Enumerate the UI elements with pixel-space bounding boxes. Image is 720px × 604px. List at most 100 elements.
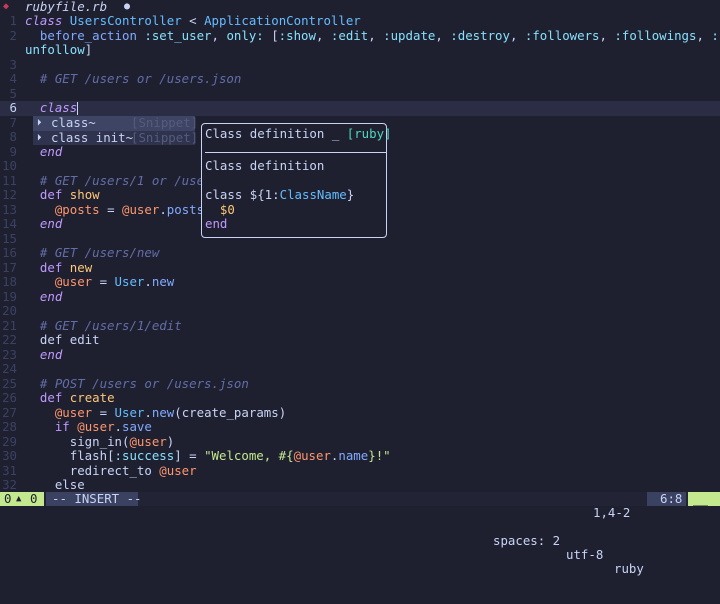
line-number: 21 — [2, 317, 17, 333]
doc-snippet-line-2: $0 — [205, 201, 235, 217]
code-line[interactable]: 6 class — [0, 100, 720, 116]
doc-separator — [205, 152, 386, 153]
code-line[interactable]: 18 @user = User.new — [0, 274, 720, 290]
warning-count: 0 — [30, 491, 38, 506]
line-number: 19 — [2, 288, 17, 304]
editor-buffer[interactable]: 1 class UsersController < ApplicationCont… — [0, 14, 720, 492]
line-number: 1 — [9, 14, 17, 28]
code-line[interactable]: 19 end — [0, 288, 720, 305]
line-code: redirect_to @user — [69, 462, 197, 478]
code-line[interactable]: unfollow] — [0, 42, 720, 58]
completion-item[interactable]: ⏵ class~ [Snippet] — [33, 115, 198, 131]
code-line[interactable]: 17 def new — [0, 259, 720, 276]
line-code: @user = User.new(create_params) — [54, 404, 287, 420]
snippet-icon: ⏵ — [37, 132, 42, 143]
line-code: end — [39, 346, 63, 362]
line-number: 23 — [2, 346, 17, 362]
completion-word: class~ — [51, 115, 96, 130]
code-line[interactable]: 4 # GET /users or /users.json — [0, 71, 720, 87]
line-code: class UsersController < ApplicationContr… — [25, 14, 361, 28]
line-code: @user = User.new — [54, 274, 175, 289]
line-code: @posts = @user.posts — [54, 201, 205, 217]
completion-doc-window: Class definition _ [ruby] Class definiti… — [201, 123, 392, 238]
warning-icon: ▲ — [16, 494, 22, 504]
line-number: 24 — [2, 361, 17, 376]
line-number: 13 — [2, 201, 17, 217]
line-number: 4 — [9, 71, 17, 86]
code-line[interactable]: 32 else — [0, 477, 720, 492]
line-number: 15 — [2, 230, 17, 246]
line-code: before_action :set_user, only: [:show, :… — [39, 27, 720, 43]
code-line[interactable]: 23 end — [0, 346, 720, 363]
line-code: class — [39, 100, 79, 115]
code-line[interactable]: 5 — [0, 85, 720, 102]
code-line[interactable]: 2 before_action :set_user, only: [:show,… — [0, 27, 720, 44]
code-line[interactable]: 25 # POST /users or /users.json — [0, 375, 720, 392]
line-code: # GET /users/new — [39, 245, 160, 260]
completion-popup[interactable]: ⏵ class~ [Snippet] ⏵ class init~ [Snippet] — [33, 115, 199, 146]
line-code: else — [54, 477, 85, 492]
code-line[interactable]: 16 # GET /users/new — [0, 245, 720, 261]
completion-kind: [Snippet] — [131, 129, 199, 145]
completion-word: class init~ — [51, 129, 134, 145]
line-number: 29 — [2, 433, 17, 449]
line-number: 18 — [2, 274, 17, 289]
code-line[interactable]: 24 — [0, 361, 720, 377]
line-code: def create — [39, 390, 115, 405]
line-number: 12 — [2, 187, 17, 202]
code-line[interactable]: 3 — [0, 56, 720, 73]
code-line[interactable]: 21 # GET /users/1/edit — [0, 317, 720, 334]
cmdline-ruler: 1,4-2 — [593, 505, 631, 520]
code-line[interactable]: 1 class UsersController < ApplicationCont… — [0, 14, 720, 29]
line-code: # GET /users/1/edit — [39, 317, 182, 333]
code-line[interactable]: 27 @user = User.new(create_params) — [0, 404, 720, 421]
code-line[interactable]: 28 if @user.save — [0, 419, 720, 435]
line-number: 6 — [9, 100, 17, 115]
line-number: 3 — [9, 56, 17, 72]
line-code: def new — [39, 259, 93, 275]
line-number: 32 — [2, 477, 17, 492]
line-number: 8 — [9, 129, 17, 144]
line-number: 14 — [2, 216, 17, 231]
line-number: 7 — [9, 114, 17, 130]
line-number: 5 — [9, 85, 17, 101]
error-count: 0 — [4, 491, 12, 506]
code-line[interactable]: 29 sign_in(@user) — [0, 433, 720, 450]
line-code: def show — [39, 187, 100, 202]
line-number: 9 — [9, 143, 17, 159]
doc-snippet-line-3: end — [205, 216, 228, 231]
diagnostics-indicator[interactable]: 0 ▲ 0 — [0, 492, 44, 506]
line-number: 31 — [2, 462, 17, 478]
line-code: # GET /users or /users.json — [39, 71, 242, 86]
completion-item[interactable]: ⏵ class init~ [Snippet] — [33, 129, 199, 146]
line-code: unfollow] — [25, 42, 93, 57]
line-code: end — [39, 216, 63, 231]
modified-indicator: ● — [124, 1, 131, 12]
line-number: 28 — [2, 419, 17, 434]
line-code: def edit — [39, 332, 100, 347]
line-code: end — [39, 288, 63, 304]
command-line[interactable]: 1,4-2 — [0, 506, 720, 519]
code-line[interactable]: 22 def edit — [0, 332, 720, 348]
line-number: 16 — [2, 245, 17, 260]
line-code: # POST /users or /users.json — [39, 375, 249, 391]
line-number: 30 — [2, 448, 17, 463]
line-number: 22 — [2, 332, 17, 347]
code-line[interactable]: 26 def create — [0, 390, 720, 406]
line-code: sign_in(@user) — [69, 433, 175, 449]
file-encoding: utf-8 — [566, 547, 604, 562]
line-code: end — [39, 143, 63, 159]
line-number: 26 — [2, 390, 17, 405]
mode-indicator: -- INSERT -- — [46, 492, 142, 506]
code-line[interactable]: 31 redirect_to @user — [0, 462, 720, 479]
file-type: ruby — [614, 561, 644, 576]
statusline: 0 ▲ 0 -- INSERT -- spaces: 2 utf-8 ruby … — [0, 492, 720, 576]
line-code: # GET /users/1 or /users — [39, 172, 219, 188]
indent-setting: spaces: 2 — [493, 533, 561, 548]
doc-description: Class definition — [205, 158, 325, 173]
snippet-icon: ⏵ — [37, 118, 42, 128]
tab-filename[interactable]: rubyfile.rb — [25, 0, 107, 14]
code-line[interactable]: 20 — [0, 303, 720, 319]
line-number: 25 — [2, 375, 17, 391]
code-line[interactable]: 30 flash[:success] = "Welcome, #{@user.n… — [0, 448, 720, 464]
